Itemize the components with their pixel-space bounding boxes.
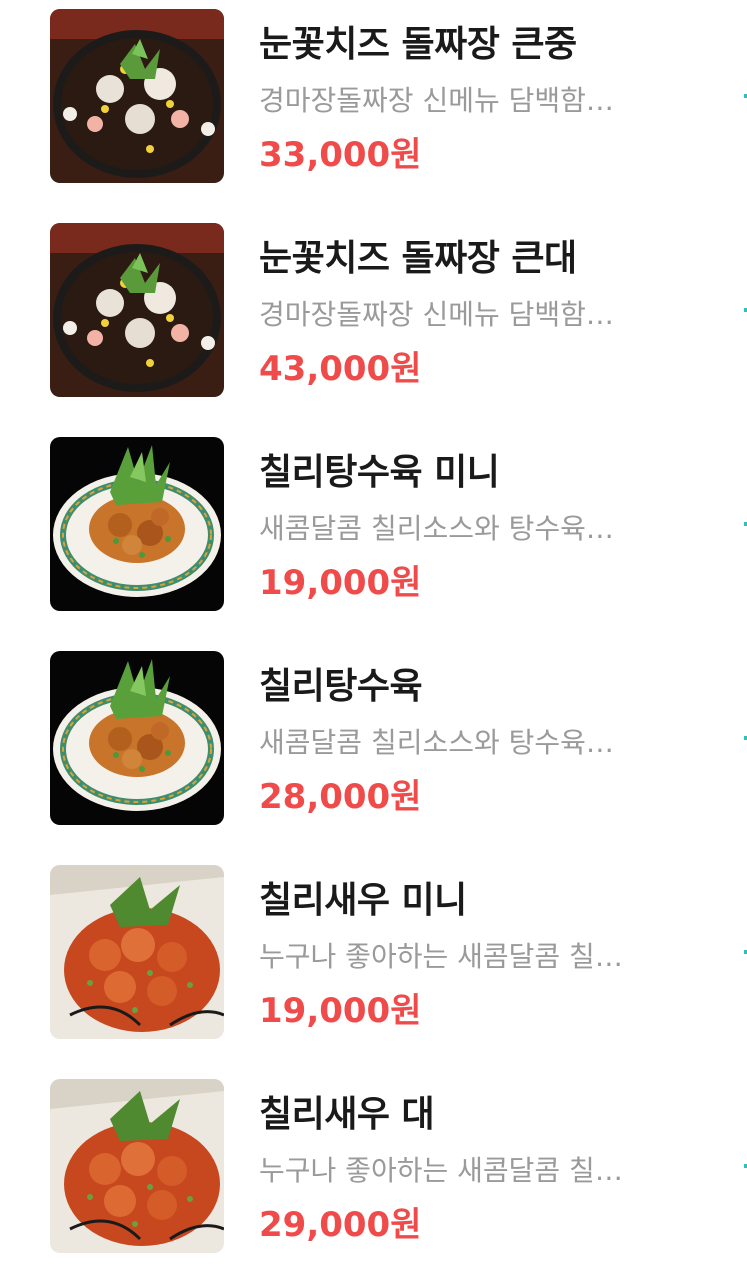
menu-item-name: 칠리탕수육 미니 <box>259 452 500 493</box>
menu-item-name: 눈꽃치즈 돌짜장 큰대 <box>259 238 577 279</box>
menu-item-name: 칠리탕수육 <box>259 666 423 707</box>
menu-item-description: 누구나 좋아하는 새콤달콤 칠… <box>259 1154 623 1187</box>
menu-item-name: 눈꽃치즈 돌짜장 큰중 <box>259 24 577 65</box>
menu-item-price: 19,000원 <box>259 563 422 603</box>
menu-item-photo <box>50 1079 224 1253</box>
menu-item-photo <box>50 223 224 397</box>
menu-item-name: 칠리새우 대 <box>259 1094 435 1135</box>
menu-item-price: 28,000원 <box>259 777 422 817</box>
menu-item-price: 43,000원 <box>259 349 422 389</box>
menu-item-photo <box>50 651 224 825</box>
menu-item[interactable]: 칠리새우 대 누구나 좋아하는 새콤달콤 칠… 29,000원 <box>0 1079 747 1269</box>
menu-item-photo <box>50 9 224 183</box>
menu-item-name: 칠리새우 미니 <box>259 880 467 921</box>
menu-item-description: 새콤달콤 칠리소스와 탕수육… <box>259 512 614 545</box>
menu-item-photo <box>50 865 224 1039</box>
menu-item-description: 누구나 좋아하는 새콤달콤 칠… <box>259 940 623 973</box>
menu-item[interactable]: 칠리탕수육 미니 새콤달콤 칠리소스와 탕수육… 19,000원 <box>0 437 747 627</box>
menu-item[interactable]: 칠리탕수육 새콤달콤 칠리소스와 탕수육… 28,000원 <box>0 651 747 841</box>
menu-item-description: 새콤달콤 칠리소스와 탕수육… <box>259 726 614 759</box>
menu-list: 눈꽃치즈 돌짜장 큰중 경마장돌짜장 신메뉴 담백함… 33,000원 눈꽃치즈… <box>0 0 747 1280</box>
menu-item-description: 경마장돌짜장 신메뉴 담백함… <box>259 84 614 117</box>
menu-item-price: 33,000원 <box>259 135 422 175</box>
menu-item-price: 29,000원 <box>259 1205 422 1245</box>
menu-item-photo <box>50 437 224 611</box>
menu-item-description: 경마장돌짜장 신메뉴 담백함… <box>259 298 614 331</box>
menu-item[interactable]: 눈꽃치즈 돌짜장 큰대 경마장돌짜장 신메뉴 담백함… 43,000원 <box>0 223 747 413</box>
menu-item-price: 19,000원 <box>259 991 422 1031</box>
menu-item[interactable]: 칠리새우 미니 누구나 좋아하는 새콤달콤 칠… 19,000원 <box>0 865 747 1055</box>
menu-item[interactable]: 눈꽃치즈 돌짜장 큰중 경마장돌짜장 신메뉴 담백함… 33,000원 <box>0 9 747 199</box>
